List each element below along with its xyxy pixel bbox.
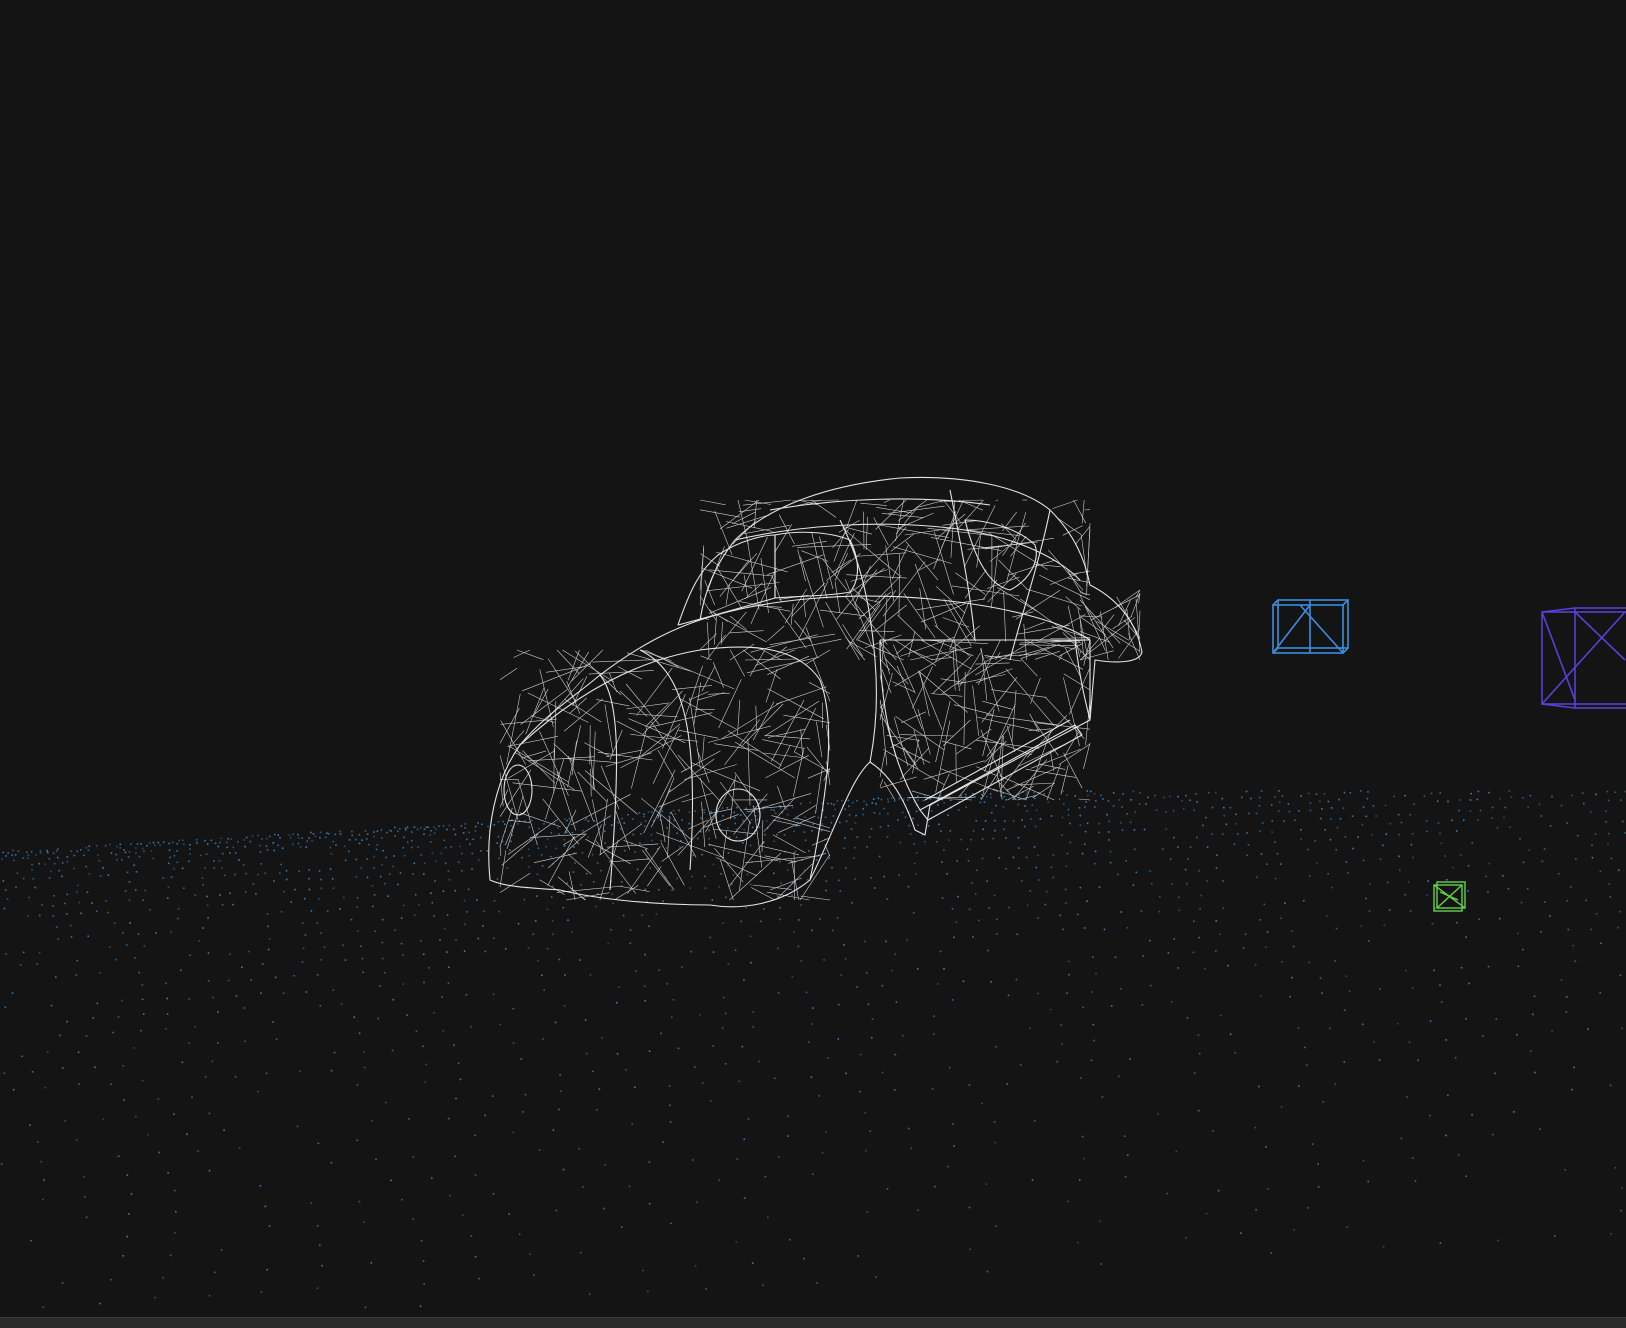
3d-viewport[interactable] — [0, 0, 1626, 1328]
car-wireframe-model[interactable] — [488, 476, 1143, 908]
green-box-wireframe[interactable] — [1433, 881, 1466, 912]
ground-point-grid — [0, 790, 1626, 1309]
purple-box-wireframe[interactable] — [1541, 607, 1626, 709]
bottom-status-strip — [0, 1317, 1626, 1328]
car-mesh-lines — [499, 499, 1141, 901]
blue-box-wireframe[interactable] — [1272, 599, 1349, 654]
scene-canvas[interactable] — [0, 0, 1626, 1318]
